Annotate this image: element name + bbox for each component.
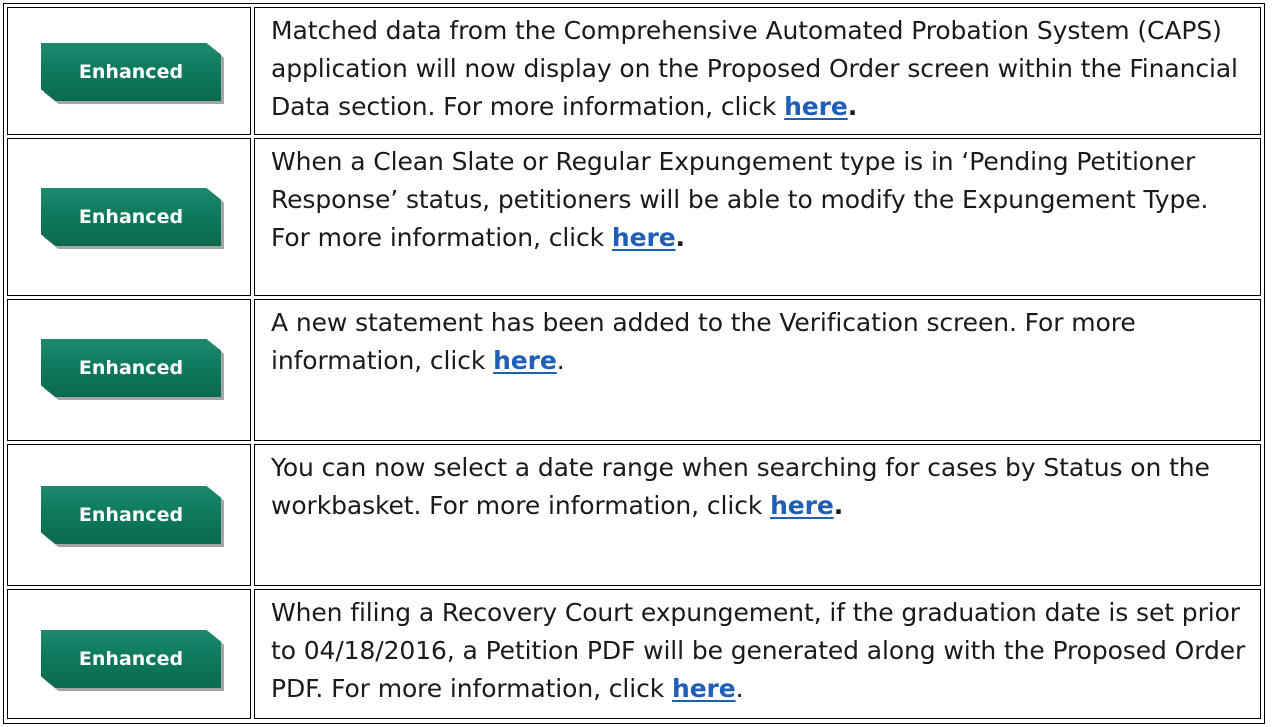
badge-cell: Enhanced — [7, 444, 251, 586]
link-tail: . — [556, 346, 565, 375]
table-row: Enhanced A new statement has been added … — [7, 299, 1261, 441]
link-tail: . — [675, 223, 686, 252]
enhanced-badge: Enhanced — [41, 43, 221, 101]
table-row: Enhanced When a Clean Slate or Regular E… — [7, 138, 1261, 296]
table-row: Enhanced You can now select a date range… — [7, 444, 1261, 586]
description-text: When a Clean Slate or Regular Expungemen… — [271, 147, 1209, 252]
here-link[interactable]: here — [612, 223, 676, 252]
description-text: Matched data from the Comprehensive Auto… — [271, 16, 1238, 121]
description-text: You can now select a date range when sea… — [271, 453, 1210, 520]
enhanced-badge: Enhanced — [41, 630, 221, 688]
enhanced-badge: Enhanced — [41, 339, 221, 397]
link-tail: . — [735, 674, 744, 703]
description-cell: When filing a Recovery Court expungement… — [254, 589, 1261, 719]
table-row: Enhanced When filing a Recovery Court ex… — [7, 589, 1261, 719]
badge-cell: Enhanced — [7, 299, 251, 441]
table-row: Enhanced Matched data from the Comprehen… — [7, 7, 1261, 135]
release-notes-table: Enhanced Matched data from the Comprehen… — [3, 3, 1265, 724]
badge-cell: Enhanced — [7, 138, 251, 296]
link-tail: . — [847, 92, 858, 121]
here-link[interactable]: here — [784, 92, 848, 121]
description-text: When filing a Recovery Court expungement… — [271, 598, 1246, 703]
description-cell: Matched data from the Comprehensive Auto… — [254, 7, 1261, 135]
here-link[interactable]: here — [672, 674, 736, 703]
here-link[interactable]: here — [493, 346, 557, 375]
description-cell: When a Clean Slate or Regular Expungemen… — [254, 138, 1261, 296]
link-tail: . — [833, 491, 844, 520]
description-cell: A new statement has been added to the Ve… — [254, 299, 1261, 441]
description-cell: You can now select a date range when sea… — [254, 444, 1261, 586]
badge-cell: Enhanced — [7, 7, 251, 135]
here-link[interactable]: here — [770, 491, 834, 520]
description-text: A new statement has been added to the Ve… — [271, 308, 1136, 375]
enhanced-badge: Enhanced — [41, 486, 221, 544]
enhanced-badge: Enhanced — [41, 188, 221, 246]
badge-cell: Enhanced — [7, 589, 251, 719]
